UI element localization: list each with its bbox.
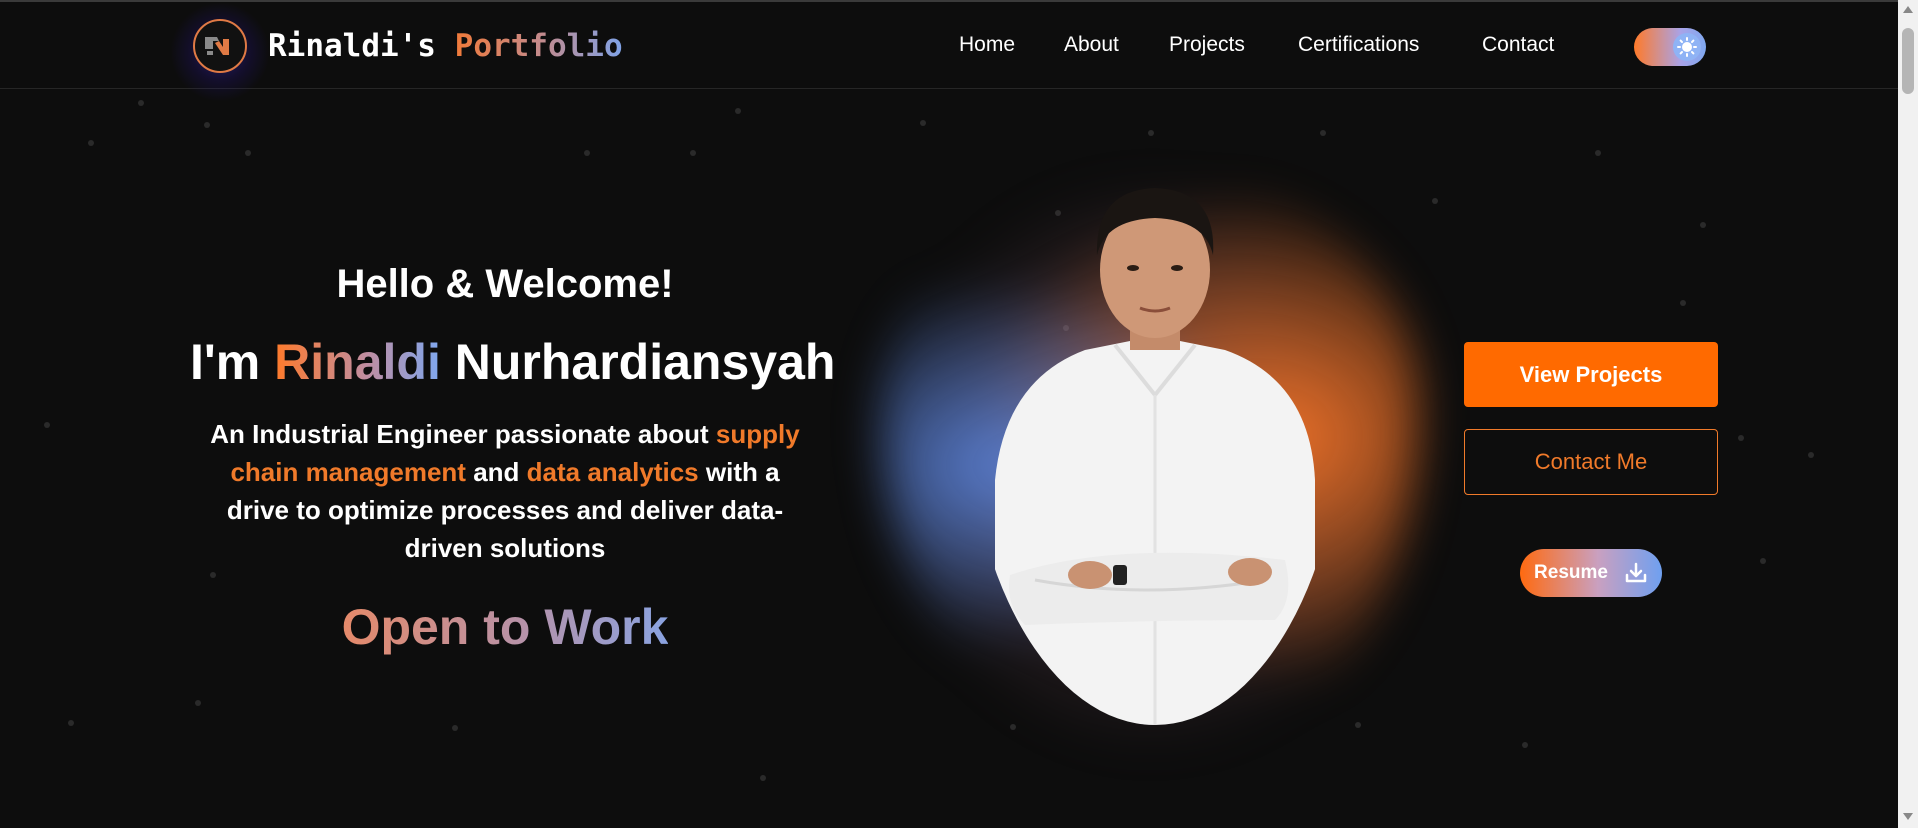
nav-contact[interactable]: Contact bbox=[1482, 33, 1554, 57]
nav-about[interactable]: About bbox=[1064, 33, 1119, 57]
scroll-up-arrow-icon[interactable] bbox=[1903, 6, 1913, 13]
nav-projects[interactable]: Projects bbox=[1169, 33, 1245, 57]
main-nav: Home About Projects Certifications Conta… bbox=[0, 33, 1898, 63]
site-header: Rinaldi's Portfolio Home About Projects … bbox=[0, 2, 1898, 102]
name-prefix: I'm bbox=[190, 334, 261, 390]
sun-icon bbox=[1677, 37, 1697, 57]
top-border bbox=[0, 0, 1898, 2]
first-name: Rinaldi bbox=[274, 334, 441, 390]
hero-description: An Industrial Engineer passionate about … bbox=[200, 415, 810, 567]
resume-download-button[interactable]: Resume bbox=[1520, 549, 1662, 597]
status-text: Open to Work bbox=[341, 599, 669, 655]
scroll-down-arrow-icon[interactable] bbox=[1903, 813, 1913, 820]
download-icon bbox=[1625, 562, 1647, 583]
theme-toggle[interactable] bbox=[1634, 28, 1706, 66]
last-name: Nurhardiansyah bbox=[454, 334, 836, 390]
resume-label: Resume bbox=[1534, 562, 1608, 583]
scroll-thumb[interactable] bbox=[1902, 28, 1914, 94]
page: Rinaldi's Portfolio Home About Projects … bbox=[0, 0, 1898, 828]
nav-certifications[interactable]: Certifications bbox=[1298, 33, 1419, 57]
vertical-scrollbar[interactable] bbox=[1898, 0, 1918, 828]
nav-home[interactable]: Home bbox=[959, 33, 1015, 57]
open-to-work-status: Open to Work bbox=[190, 598, 820, 656]
desc-part2: and bbox=[473, 457, 520, 487]
hero-name: I'm Rinaldi Nurhardiansyah bbox=[190, 333, 835, 391]
desc-part1: An Industrial Engineer passionate about bbox=[210, 419, 709, 449]
toggle-knob bbox=[1673, 33, 1701, 61]
contact-me-button[interactable]: Contact Me bbox=[1464, 429, 1718, 495]
desc-highlight-data-analytics: data analytics bbox=[526, 457, 699, 487]
view-projects-button[interactable]: View Projects bbox=[1464, 342, 1718, 407]
greeting: Hello & Welcome! bbox=[336, 262, 674, 306]
